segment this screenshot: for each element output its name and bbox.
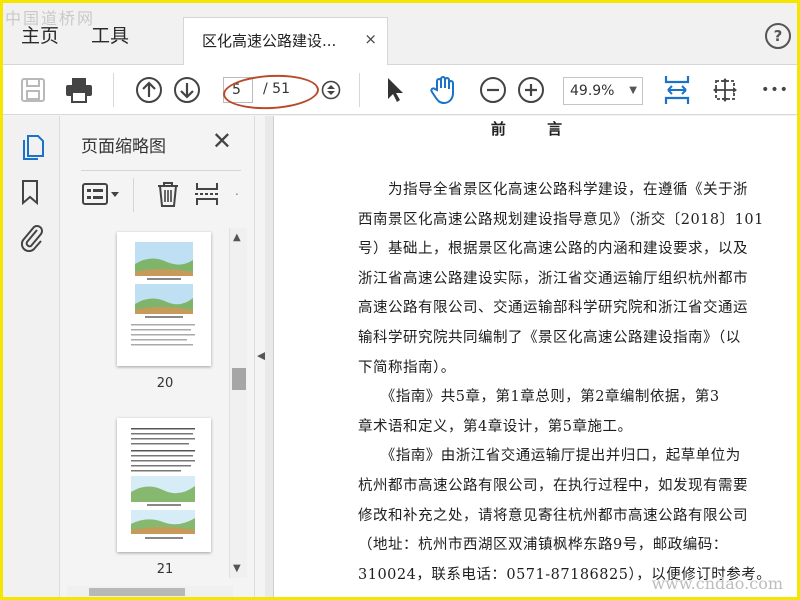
panel-toolbar-divider	[133, 178, 134, 212]
toolbar-divider	[359, 73, 360, 107]
text-line: 为指导全省景区化高速公路科学建设，在遵循《关于浙	[358, 182, 748, 198]
zoom-select[interactable]: 49.9% ▼	[563, 77, 643, 105]
page-thumbnails-icon[interactable]	[19, 132, 45, 160]
help-icon[interactable]: ?	[765, 23, 791, 49]
page-body: 为指导全省景区化高速公路科学建设，在遵循《关于浙 西南景区化高速公路规划建设指导…	[358, 176, 771, 590]
full-screen-icon[interactable]	[709, 74, 741, 106]
thumbnail-horizontal-scrollbar[interactable]	[67, 586, 233, 597]
thumbnail-page-21[interactable]	[117, 418, 211, 552]
text-line: 高速公路有限公司、交通运输部科学研究院和浙江省交通运	[358, 300, 748, 317]
next-page-icon[interactable]	[171, 74, 203, 106]
zoom-out-icon[interactable]	[477, 74, 509, 106]
text-line: 西南景区化高速公路规划建设指导意见》（浙交〔2018〕101	[358, 211, 764, 228]
panel-title: 页面缩略图	[81, 137, 166, 157]
document-tab[interactable]: 区化高速公路建设... ×	[183, 17, 388, 65]
toolbar: 5 / 51 49.9% ▼ •••	[3, 65, 797, 115]
text-line: 输科学研究院共同编制了《景区化高速公路建设指南》（以	[358, 329, 741, 346]
thumbnail-scrollbar[interactable]: ▲ ▼	[229, 228, 247, 578]
scroll-down-icon[interactable]: ▼	[233, 563, 241, 574]
split-page-icon[interactable]	[193, 180, 221, 212]
menu-tools[interactable]: 工具	[91, 21, 129, 48]
zoom-in-icon[interactable]	[515, 74, 547, 106]
hand-tool-icon[interactable]	[427, 74, 459, 106]
menu-bar: 主页 工具 区化高速公路建设... × ?	[3, 3, 797, 65]
attachment-icon[interactable]	[19, 224, 45, 253]
close-tab-icon[interactable]: ×	[364, 30, 377, 48]
text-line: 《指南》共5章，第1章总则，第2章编制依据，第3	[358, 389, 720, 406]
document-tab-title: 区化高速公路建设...	[202, 32, 337, 50]
text-line: 下简称指南）。	[358, 359, 456, 376]
text-line: 《指南》由浙江省交通运输厅提出并归口，起草单位为	[358, 448, 741, 465]
previous-page-icon[interactable]	[133, 74, 165, 106]
scroll-up-icon[interactable]: ▲	[233, 232, 241, 243]
save-icon[interactable]	[17, 74, 49, 106]
text-line: 号）基础上，根据景区化高速公路的内涵和建设要求，以及	[358, 241, 748, 258]
watermark-url: www.cndao.com	[651, 574, 783, 593]
thumbnail-label: 21	[156, 562, 174, 577]
thumbnail-panel: 页面缩略图 ✕ . 20 21 ▲ ▼	[61, 116, 255, 597]
delete-icon[interactable]	[155, 180, 181, 212]
document-page: 前 言 为指导全省景区化高速公路科学建设，在遵循《关于浙 西南景区化高速公路规划…	[273, 116, 797, 597]
toolbar-divider	[113, 73, 114, 107]
watermark-logo: 中国道桥网	[5, 9, 96, 28]
chevron-down-icon: ▼	[629, 85, 637, 96]
text-line: （地址：杭州市西湖区双浦镇枫桦东路9号，邮政编码：	[358, 537, 728, 554]
page-stepper-icon[interactable]	[315, 74, 347, 106]
document-viewport: 前 言 为指导全省景区化高速公路科学建设，在遵循《关于浙 西南景区化高速公路规划…	[265, 116, 797, 597]
text-line: 修改和补充之处，请将意见寄往杭州都市高速公路有限公司	[358, 507, 748, 524]
select-cursor-icon[interactable]	[379, 74, 411, 106]
panel-toolbar-overflow-icon[interactable]: .	[235, 184, 239, 198]
print-icon[interactable]	[63, 74, 95, 106]
text-line: 杭州都市高速公路有限公司，在执行过程中，如发现有需要	[358, 477, 748, 494]
thumbnail-list: 20 21	[65, 228, 251, 578]
more-icon[interactable]: •••	[759, 74, 791, 106]
left-rail	[3, 116, 60, 597]
scrollbar-thumb[interactable]	[232, 368, 246, 390]
panel-divider	[81, 170, 241, 171]
thumbnail-label: 20	[156, 376, 174, 391]
text-line: 章术语和定义，第4章设计，第5章施工。	[358, 418, 633, 435]
page-heading: 前 言	[490, 120, 581, 138]
horizontal-scrollbar-thumb[interactable]	[89, 588, 185, 596]
fit-page-icon[interactable]	[661, 74, 693, 106]
app-window: 主页 工具 区化高速公路建设... × ? 5 / 51 49.9% ▼ •••…	[3, 3, 797, 597]
close-panel-icon[interactable]: ✕	[212, 129, 232, 153]
text-line: 浙江省高速公路建设实际，浙江省交通运输厅组织杭州都市	[358, 270, 748, 287]
zoom-value: 49.9%	[570, 83, 615, 99]
bookmark-icon[interactable]	[19, 178, 45, 206]
thumbnail-page-20[interactable]	[117, 232, 211, 366]
panel-toolbar: .	[81, 178, 245, 212]
options-menu-icon[interactable]	[81, 180, 121, 212]
